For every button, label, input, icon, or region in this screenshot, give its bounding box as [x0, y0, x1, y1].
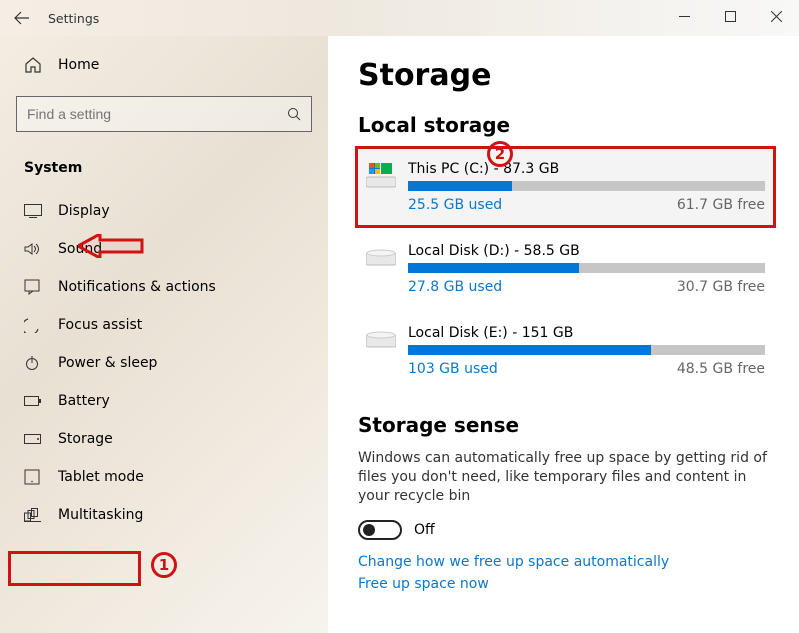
drive-free: 48.5 GB free: [677, 361, 765, 377]
sidebar-home[interactable]: Home: [16, 48, 312, 82]
drive-d[interactable]: Local Disk (D:) - 58.5 GB 27.8 GB used 3…: [358, 231, 773, 307]
sidebar-item-notifications[interactable]: Notifications & actions: [16, 268, 312, 306]
drive-name: Local Disk (D:) - 58.5 GB: [408, 243, 765, 259]
battery-icon: [24, 395, 46, 407]
window-maximize-button[interactable]: [707, 0, 753, 32]
drive-free: 61.7 GB free: [677, 197, 765, 213]
sidebar-item-tablet-mode[interactable]: Tablet mode: [16, 458, 312, 496]
sidebar: Home System Display Sound Notifications …: [0, 36, 328, 633]
sidebar-item-label: Focus assist: [58, 317, 142, 333]
drive-c-icon: [366, 163, 396, 189]
drive-name: This PC (C:) - 87.3 GB: [408, 161, 765, 177]
drive-used: 27.8 GB used: [408, 279, 502, 295]
power-sleep-icon: [24, 355, 46, 371]
sidebar-item-display[interactable]: Display: [16, 192, 312, 230]
back-button[interactable]: [14, 11, 38, 25]
sidebar-item-label: Power & sleep: [58, 355, 157, 371]
window-title: Settings: [48, 11, 99, 26]
drive-list: This PC (C:) - 87.3 GB 25.5 GB used 61.7…: [358, 149, 773, 389]
sidebar-item-label: Storage: [58, 431, 113, 447]
sidebar-item-label: Display: [58, 203, 110, 219]
storage-sense-header: Storage sense: [358, 413, 773, 437]
sidebar-item-focus-assist[interactable]: Focus assist: [16, 306, 312, 344]
annotation-marker-1: 1: [151, 552, 177, 578]
drive-usage-bar: [408, 263, 765, 273]
drive-usage-bar: [408, 181, 765, 191]
notifications-icon: [24, 279, 46, 295]
sidebar-item-battery[interactable]: Battery: [16, 382, 312, 420]
page-title: Storage: [358, 58, 773, 93]
drive-used: 103 GB used: [408, 361, 498, 377]
multitasking-icon: [24, 508, 46, 522]
drive-e-icon: [366, 327, 396, 353]
storage-sense-toggle-label: Off: [414, 522, 435, 538]
sidebar-item-sound[interactable]: Sound: [16, 230, 312, 268]
storage-icon: [24, 433, 46, 445]
link-change-free-up[interactable]: Change how we free up space automaticall…: [358, 554, 773, 570]
home-icon: [24, 56, 46, 74]
sound-icon: [24, 242, 46, 256]
focus-assist-icon: [24, 317, 46, 333]
window-close-button[interactable]: [753, 0, 799, 32]
drive-free: 30.7 GB free: [677, 279, 765, 295]
display-icon: [24, 204, 46, 218]
sidebar-item-multitasking[interactable]: Multitasking: [16, 496, 312, 534]
drive-used: 25.5 GB used: [408, 197, 502, 213]
tablet-mode-icon: [24, 469, 46, 485]
drive-d-icon: [366, 245, 396, 271]
sidebar-group-header: System: [16, 152, 312, 184]
drive-usage-bar: [408, 345, 765, 355]
sidebar-item-label: Notifications & actions: [58, 279, 216, 295]
search-settings-box[interactable]: [16, 96, 312, 132]
drive-name: Local Disk (E:) - 151 GB: [408, 325, 765, 341]
link-free-up-now[interactable]: Free up space now: [358, 576, 773, 592]
main-content: Storage Local storage: [328, 36, 799, 633]
sidebar-item-power-sleep[interactable]: Power & sleep: [16, 344, 312, 382]
sidebar-item-label: Battery: [58, 393, 110, 409]
sidebar-item-label: Sound: [58, 241, 102, 257]
search-input[interactable]: [27, 106, 287, 122]
sidebar-home-label: Home: [58, 57, 99, 73]
sidebar-nav: Display Sound Notifications & actions Fo…: [16, 192, 312, 534]
back-arrow-icon: [14, 11, 30, 25]
sidebar-item-label: Multitasking: [58, 507, 143, 523]
drive-e[interactable]: Local Disk (E:) - 151 GB 103 GB used 48.…: [358, 313, 773, 389]
window-minimize-button[interactable]: [661, 0, 707, 32]
sidebar-item-storage[interactable]: Storage: [16, 420, 312, 458]
annotation-box-storage: [8, 551, 141, 586]
storage-sense-description: Windows can automatically free up space …: [358, 449, 773, 506]
storage-sense-toggle-row: Off: [358, 520, 773, 540]
storage-sense-toggle[interactable]: [358, 520, 402, 540]
local-storage-header: Local storage: [358, 113, 773, 137]
window-titlebar: Settings: [0, 0, 799, 36]
drive-c[interactable]: This PC (C:) - 87.3 GB 25.5 GB used 61.7…: [358, 149, 773, 225]
sidebar-item-label: Tablet mode: [58, 469, 144, 485]
annotation-marker-2: 2: [487, 141, 513, 167]
search-icon: [287, 107, 301, 121]
